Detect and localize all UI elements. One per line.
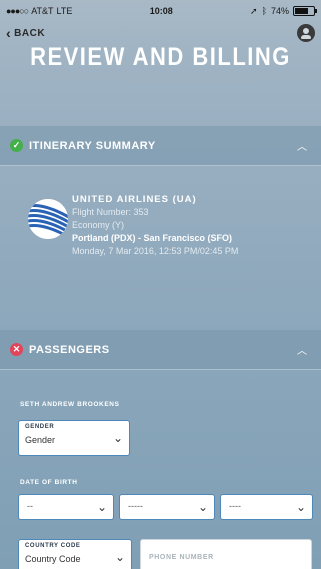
battery-icon	[293, 6, 317, 16]
page-title: REVIEW AND BILLING	[30, 42, 291, 71]
country-code-label: COUNTRY CODE	[25, 543, 81, 549]
flight-number: Flight Number: 353	[72, 207, 149, 217]
country-code-select[interactable]: COUNTRY CODE Country Code ⌄	[18, 539, 132, 569]
airline-name: UNITED AIRLINES (UA)	[72, 194, 197, 205]
itinerary-summary-label: ITINERARY SUMMARY	[29, 139, 156, 152]
chevron-down-icon: ⌄	[197, 500, 208, 514]
battery-level	[295, 8, 308, 14]
status-right: ➚ ᛒ 74%	[250, 5, 317, 17]
date-of-birth-label: DATE OF BIRTH	[20, 479, 78, 486]
back-label: BACK	[14, 27, 46, 39]
check-circle-icon: ✓	[10, 139, 23, 152]
back-button[interactable]: ‹ BACK	[6, 25, 46, 41]
gender-label: GENDER	[25, 424, 55, 430]
united-airlines-logo	[28, 199, 68, 239]
battery-percent: 74%	[270, 6, 289, 16]
country-code-value: Country Code	[25, 554, 81, 564]
passenger-name: SETH ANDREW BROOKENS	[20, 401, 120, 408]
passengers-header[interactable]: ✕ PASSENGERS ︿	[0, 330, 321, 370]
itinerary-card: UNITED AIRLINES (UA) Flight Number: 353 …	[28, 193, 318, 263]
chevron-up-icon: ︿	[297, 142, 307, 153]
dob-day-select[interactable]: -- ⌄	[18, 494, 114, 520]
chevron-up-icon: ︿	[297, 346, 307, 357]
review-billing-screen: ●●●○○ AT&T LTE 10:08 ➚ ᛒ 74% ‹ BACK REVI…	[0, 0, 321, 569]
dob-month-select[interactable]: ----- ⌄	[119, 494, 215, 520]
signal-strength-icon: ●●●○○	[6, 6, 29, 16]
gender-select[interactable]: GENDER Gender ⌄	[18, 420, 130, 456]
error-circle-icon: ✕	[10, 343, 23, 356]
chevron-down-icon: ⌄	[96, 500, 107, 514]
phone-number-field[interactable]	[140, 539, 321, 569]
dob-month-value: -----	[128, 501, 143, 511]
user-profile-icon[interactable]	[297, 24, 315, 42]
nav-bar: ‹ BACK	[0, 22, 321, 44]
dob-year-value: ----	[229, 501, 241, 511]
flight-details: UNITED AIRLINES (UA) Flight Number: 353 …	[72, 193, 238, 258]
flight-route: Portland (PDX) - San Francisco (SFO)	[72, 233, 233, 243]
chevron-down-icon: ⌄	[112, 431, 123, 445]
carrier-name: AT&T	[31, 6, 54, 16]
chevron-down-icon: ⌄	[114, 550, 125, 564]
status-time: 10:08	[149, 6, 173, 16]
dob-year-select[interactable]: ---- ⌄	[220, 494, 313, 520]
flight-datetime: Monday, 7 Mar 2016, 12:53 PM/02:45 PM	[72, 246, 239, 256]
gender-value: Gender	[25, 435, 56, 445]
itinerary-summary-header[interactable]: ✓ ITINERARY SUMMARY ︿	[0, 126, 321, 166]
passengers-label: PASSENGERS	[29, 343, 110, 356]
phone-number-input[interactable]	[141, 540, 321, 569]
bluetooth-icon: ᛒ	[261, 6, 267, 16]
chevron-left-icon: ‹	[6, 25, 12, 41]
status-bar: ●●●○○ AT&T LTE 10:08 ➚ ᛒ 74%	[0, 0, 321, 22]
status-left: ●●●○○ AT&T LTE	[6, 6, 72, 16]
chevron-down-icon: ⌄	[295, 500, 306, 514]
network-type: LTE	[56, 6, 73, 16]
dob-day-value: --	[27, 501, 33, 511]
cabin-class: Economy (Y)	[72, 220, 125, 230]
location-icon: ➚	[250, 5, 258, 16]
